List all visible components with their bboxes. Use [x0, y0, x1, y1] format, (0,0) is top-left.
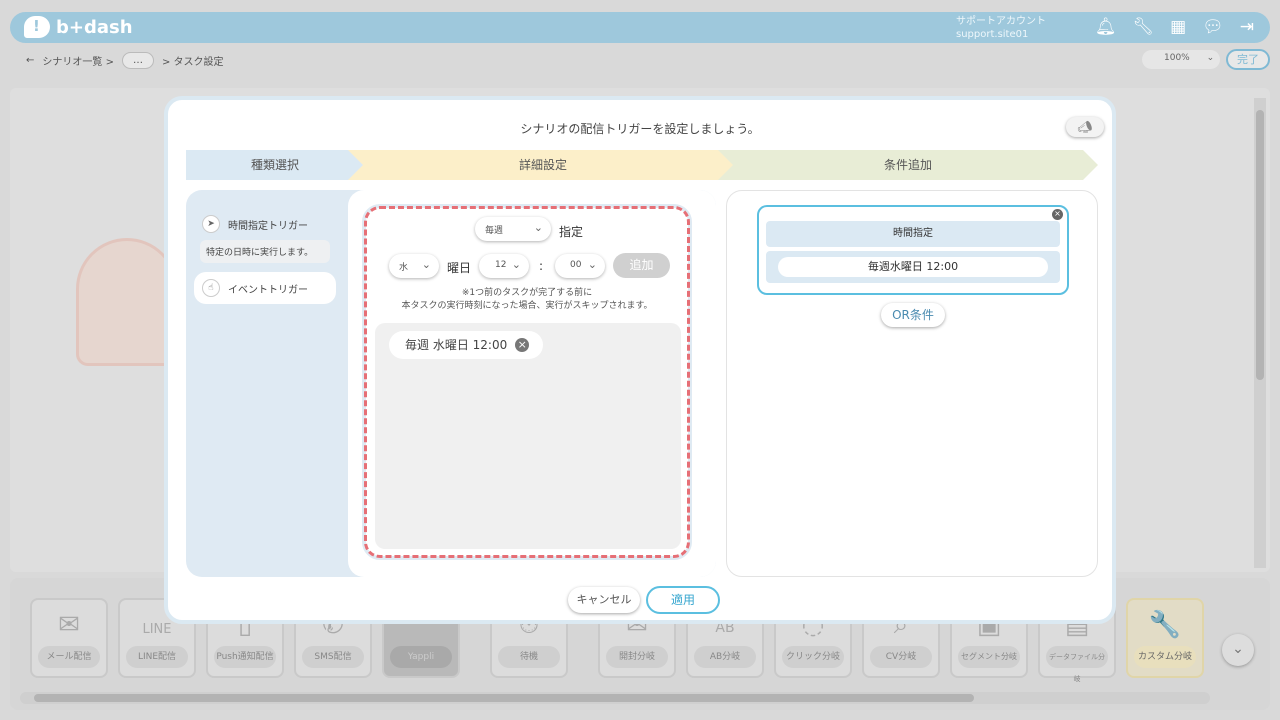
palette-label: データファイル分岐 — [1046, 646, 1108, 683]
step-add-condition: 条件追加 — [718, 150, 1098, 180]
bell-icon[interactable]: 🔔︎ — [1095, 17, 1117, 37]
breadcrumb-more-button[interactable]: … — [121, 52, 154, 69]
palette-item[interactable]: ✉ メール配信 — [30, 598, 108, 678]
chevron-down-icon: ⌄ — [533, 221, 543, 234]
scroll-down-button[interactable]: ⌄ — [1222, 634, 1254, 666]
time-separator: : — [539, 259, 544, 273]
zoom-value: 100% — [1164, 53, 1190, 63]
palette-label: SMS配信 — [302, 646, 364, 668]
condition-value: 毎週水曜日 12:00 — [778, 257, 1048, 277]
trigger-config-panel: ➤ 時間指定トリガー 特定の日時に実行します。 ☝ イベントトリガー 毎週 ⌄ 指定 … — [186, 190, 716, 577]
schedule-chip-label: 毎週 水曜日 12:00 — [405, 338, 508, 352]
schedule-chip: 毎週 水曜日 12:00 × — [389, 331, 544, 359]
chevron-down-icon: ⌄ — [1206, 53, 1215, 63]
palette-label: セグメント分岐 — [958, 646, 1020, 668]
or-condition-button[interactable]: OR条件 — [881, 303, 945, 327]
chevron-down-icon: ⌄ — [421, 258, 431, 271]
app-header: b+dash サポートアカウント support.site01 🔔︎ 🔧︎ ▦ 💬… — [10, 12, 1270, 43]
grid-icon[interactable]: ▦ — [1170, 17, 1186, 37]
skip-note: ※1つ前のタスクが完了する前に本タスクの実行時刻になった場合、実行がスキップされ… — [367, 287, 687, 313]
highlight-dashed-frame: 毎週 ⌄ 指定 水 ⌄ 曜日 12 ⌄ : 00 ⌄ 追加 ※1つ前のタスクが完了する前… — [364, 206, 690, 558]
condition-card[interactable]: × 時間指定 毎週水曜日 12:00 — [757, 205, 1069, 295]
horizontal-scrollbar[interactable] — [20, 692, 1210, 704]
chevron-down-icon: ⌄ — [1232, 641, 1244, 657]
schedule-list: 毎週 水曜日 12:00 × — [375, 323, 681, 549]
detail-panel: 毎週 ⌄ 指定 水 ⌄ 曜日 12 ⌄ : 00 ⌄ 追加 ※1つ前のタスクが完了する前… — [348, 190, 716, 577]
note-line: 本タスクの実行時刻になった場合、実行がスキップされます。 — [401, 301, 653, 311]
close-icon[interactable]: × — [1052, 209, 1063, 220]
hour-value: 12 — [495, 260, 507, 270]
vertical-scroll-thumb[interactable] — [1256, 110, 1264, 380]
megaphone-icon: 📣︎ — [1077, 120, 1093, 134]
frequency-suffix: 指定 — [559, 225, 584, 239]
palette-label: メール配信 — [38, 646, 100, 668]
header-icons: 🔔︎ 🔧︎ ▦ 💬︎ ⇥ — [1095, 17, 1254, 37]
horizontal-scroll-thumb[interactable] — [34, 694, 974, 702]
pointer-icon: ☝ — [202, 279, 220, 297]
breadcrumb-scenario-list[interactable]: シナリオ一覧 > — [42, 53, 114, 68]
vertical-scrollbar[interactable] — [1254, 98, 1266, 568]
modal-title: シナリオの配信トリガーを設定しましょう。 — [520, 122, 760, 136]
condition-panel: × 時間指定 毎週水曜日 12:00 OR条件 — [726, 190, 1098, 577]
account-label: サポートアカウント — [956, 16, 1046, 27]
breadcrumb-task-setting: > タスク設定 — [161, 57, 224, 68]
frequency-select[interactable]: 毎週 ⌄ — [475, 217, 551, 241]
chat-icon[interactable]: 💬︎ — [1202, 17, 1224, 37]
add-button[interactable]: 追加 — [613, 253, 670, 278]
palette-label: LINE配信 — [126, 646, 188, 668]
mail-icon: ✉ — [58, 610, 80, 640]
minute-select[interactable]: 00 ⌄ — [555, 254, 605, 278]
step-type-select: 種類選択 — [186, 150, 364, 180]
tab-event-trigger[interactable]: ☝ イベントトリガー — [194, 272, 336, 304]
tab-time-trigger[interactable]: ➤ 時間指定トリガー 特定の日時に実行します。 — [194, 208, 336, 263]
logout-icon[interactable]: ⇥ — [1240, 17, 1254, 37]
apply-button[interactable]: 適用 — [646, 586, 720, 614]
back-arrow-icon[interactable]: ← — [26, 55, 34, 66]
palette-label: 開封分岐 — [606, 646, 668, 668]
zoom-select[interactable]: 100% ⌄ — [1142, 50, 1220, 69]
palette-label: 待機 — [498, 646, 560, 668]
done-button[interactable]: 完了 — [1226, 49, 1270, 70]
weekday-select[interactable]: 水 ⌄ — [389, 254, 439, 278]
minute-value: 00 — [570, 260, 582, 270]
wrench-icon[interactable]: 🔧︎ — [1133, 17, 1155, 37]
send-icon: ➤ — [202, 215, 220, 233]
palette-label: クリック分岐 — [782, 646, 844, 668]
scenario-start-node[interactable] — [76, 238, 178, 366]
help-button[interactable]: 📣︎ — [1066, 117, 1104, 137]
logo-icon — [24, 16, 50, 38]
weekday-value: 水 — [399, 263, 409, 273]
time-trigger-label: 時間指定トリガー — [228, 220, 308, 232]
remove-icon[interactable]: × — [515, 338, 530, 352]
condition-head: 時間指定 — [766, 221, 1060, 247]
trigger-setting-modal: シナリオの配信トリガーを設定しましょう。 📣︎ 種類選択 詳細設定 条件追加 ➤… — [164, 96, 1116, 624]
account-info[interactable]: サポートアカウント support.site01 — [956, 15, 1046, 41]
palette-label: Yappli — [390, 646, 452, 668]
app-name: b+dash — [56, 16, 133, 38]
palette-label: CV分岐 — [870, 646, 932, 668]
custom-wrench-icon: 🔧 — [1148, 610, 1182, 640]
palette-label: AB分岐 — [694, 646, 756, 668]
weekday-suffix: 曜日 — [447, 261, 472, 275]
palette-label: Push通知配信 — [214, 646, 276, 668]
palette-item[interactable]: 🔧 カスタム分岐 — [1126, 598, 1204, 678]
chevron-down-icon: ⌄ — [511, 258, 521, 271]
event-trigger-label: イベントトリガー — [228, 284, 308, 296]
account-id: support.site01 — [956, 29, 1029, 40]
cancel-button[interactable]: キャンセル — [568, 587, 640, 613]
app-logo[interactable]: b+dash — [24, 16, 133, 38]
step-detail-setting: 詳細設定 — [348, 150, 738, 180]
line-icon: LINE — [142, 622, 172, 637]
note-line: ※1つ前のタスクが完了する前に — [461, 288, 593, 298]
frequency-value: 毎週 — [485, 226, 504, 236]
chevron-down-icon: ⌄ — [587, 258, 597, 271]
hour-select[interactable]: 12 ⌄ — [479, 254, 529, 278]
time-trigger-desc: 特定の日時に実行します。 — [200, 240, 330, 263]
breadcrumb: ← シナリオ一覧 > … > タスク設定 100% ⌄ 完了 — [10, 46, 1270, 74]
condition-body: 毎週水曜日 12:00 — [766, 251, 1060, 283]
palette-label: カスタム分岐 — [1134, 646, 1196, 668]
